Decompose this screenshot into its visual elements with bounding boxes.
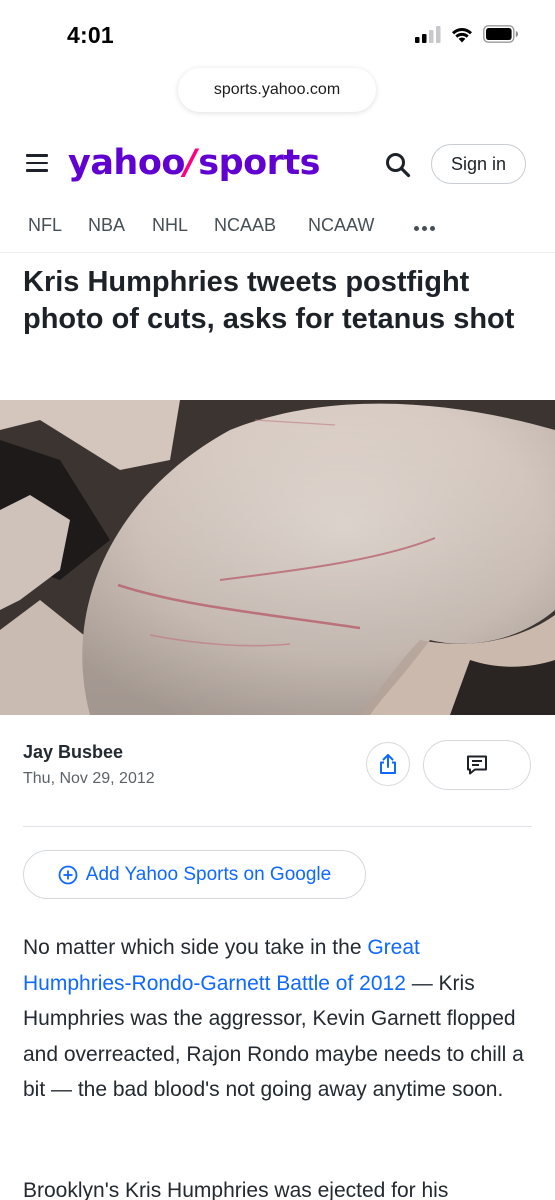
paragraph-1-text-a: No matter which side you take in the (23, 936, 368, 959)
logo-sports-text: sports (198, 143, 321, 183)
add-on-google-label: Add Yahoo Sports on Google (85, 863, 332, 885)
share-icon (380, 754, 396, 774)
byline-divider (23, 826, 532, 827)
share-button[interactable] (366, 742, 410, 786)
battery-icon (483, 25, 518, 43)
site-header: yahoo / sports Sign in (0, 130, 555, 198)
comment-icon (467, 755, 487, 775)
wifi-icon (452, 27, 472, 42)
logo-slash-text: / (183, 143, 197, 183)
article-paragraph-1: No matter which side you take in the Gre… (23, 930, 533, 1108)
nav-divider (0, 252, 555, 253)
more-icon[interactable] (414, 226, 435, 231)
address-bar[interactable]: sports.yahoo.com (178, 68, 376, 112)
sports-nav: NFL NBA NHL NCAAB NCAAW (0, 208, 555, 246)
menu-icon[interactable] (26, 154, 48, 172)
status-time: 4:01 (67, 22, 114, 48)
nav-item-ncaaw[interactable]: NCAAW (308, 215, 374, 236)
plus-circle-icon (58, 865, 78, 884)
url-text: sports.yahoo.com (213, 81, 341, 98)
publish-date: Thu, Nov 29, 2012 (23, 770, 155, 787)
article-paragraph-2: Brooklyn's Kris Humphries was ejected fo… (23, 1179, 449, 1200)
nav-item-nba[interactable]: NBA (88, 215, 125, 236)
comments-button[interactable] (423, 740, 531, 790)
yahoo-sports-logo[interactable]: yahoo / sports (68, 143, 321, 183)
article-hero-image[interactable] (0, 400, 555, 715)
nav-item-nhl[interactable]: NHL (152, 215, 188, 236)
nav-item-ncaab[interactable]: NCAAB (214, 215, 276, 236)
search-icon[interactable] (384, 151, 412, 179)
status-icons (415, 25, 519, 43)
status-bar: 4:01 (0, 0, 555, 70)
author-name[interactable]: Jay Busbee (23, 742, 123, 763)
cellular-signal-icon (415, 25, 441, 43)
add-on-google-button[interactable]: Add Yahoo Sports on Google (23, 850, 366, 899)
logo-yahoo-text: yahoo (68, 143, 185, 183)
article-headline: Kris Humphries tweets postfight photo of… (23, 266, 515, 335)
nav-item-nfl[interactable]: NFL (28, 215, 62, 236)
sign-in-button[interactable]: Sign in (431, 144, 526, 184)
